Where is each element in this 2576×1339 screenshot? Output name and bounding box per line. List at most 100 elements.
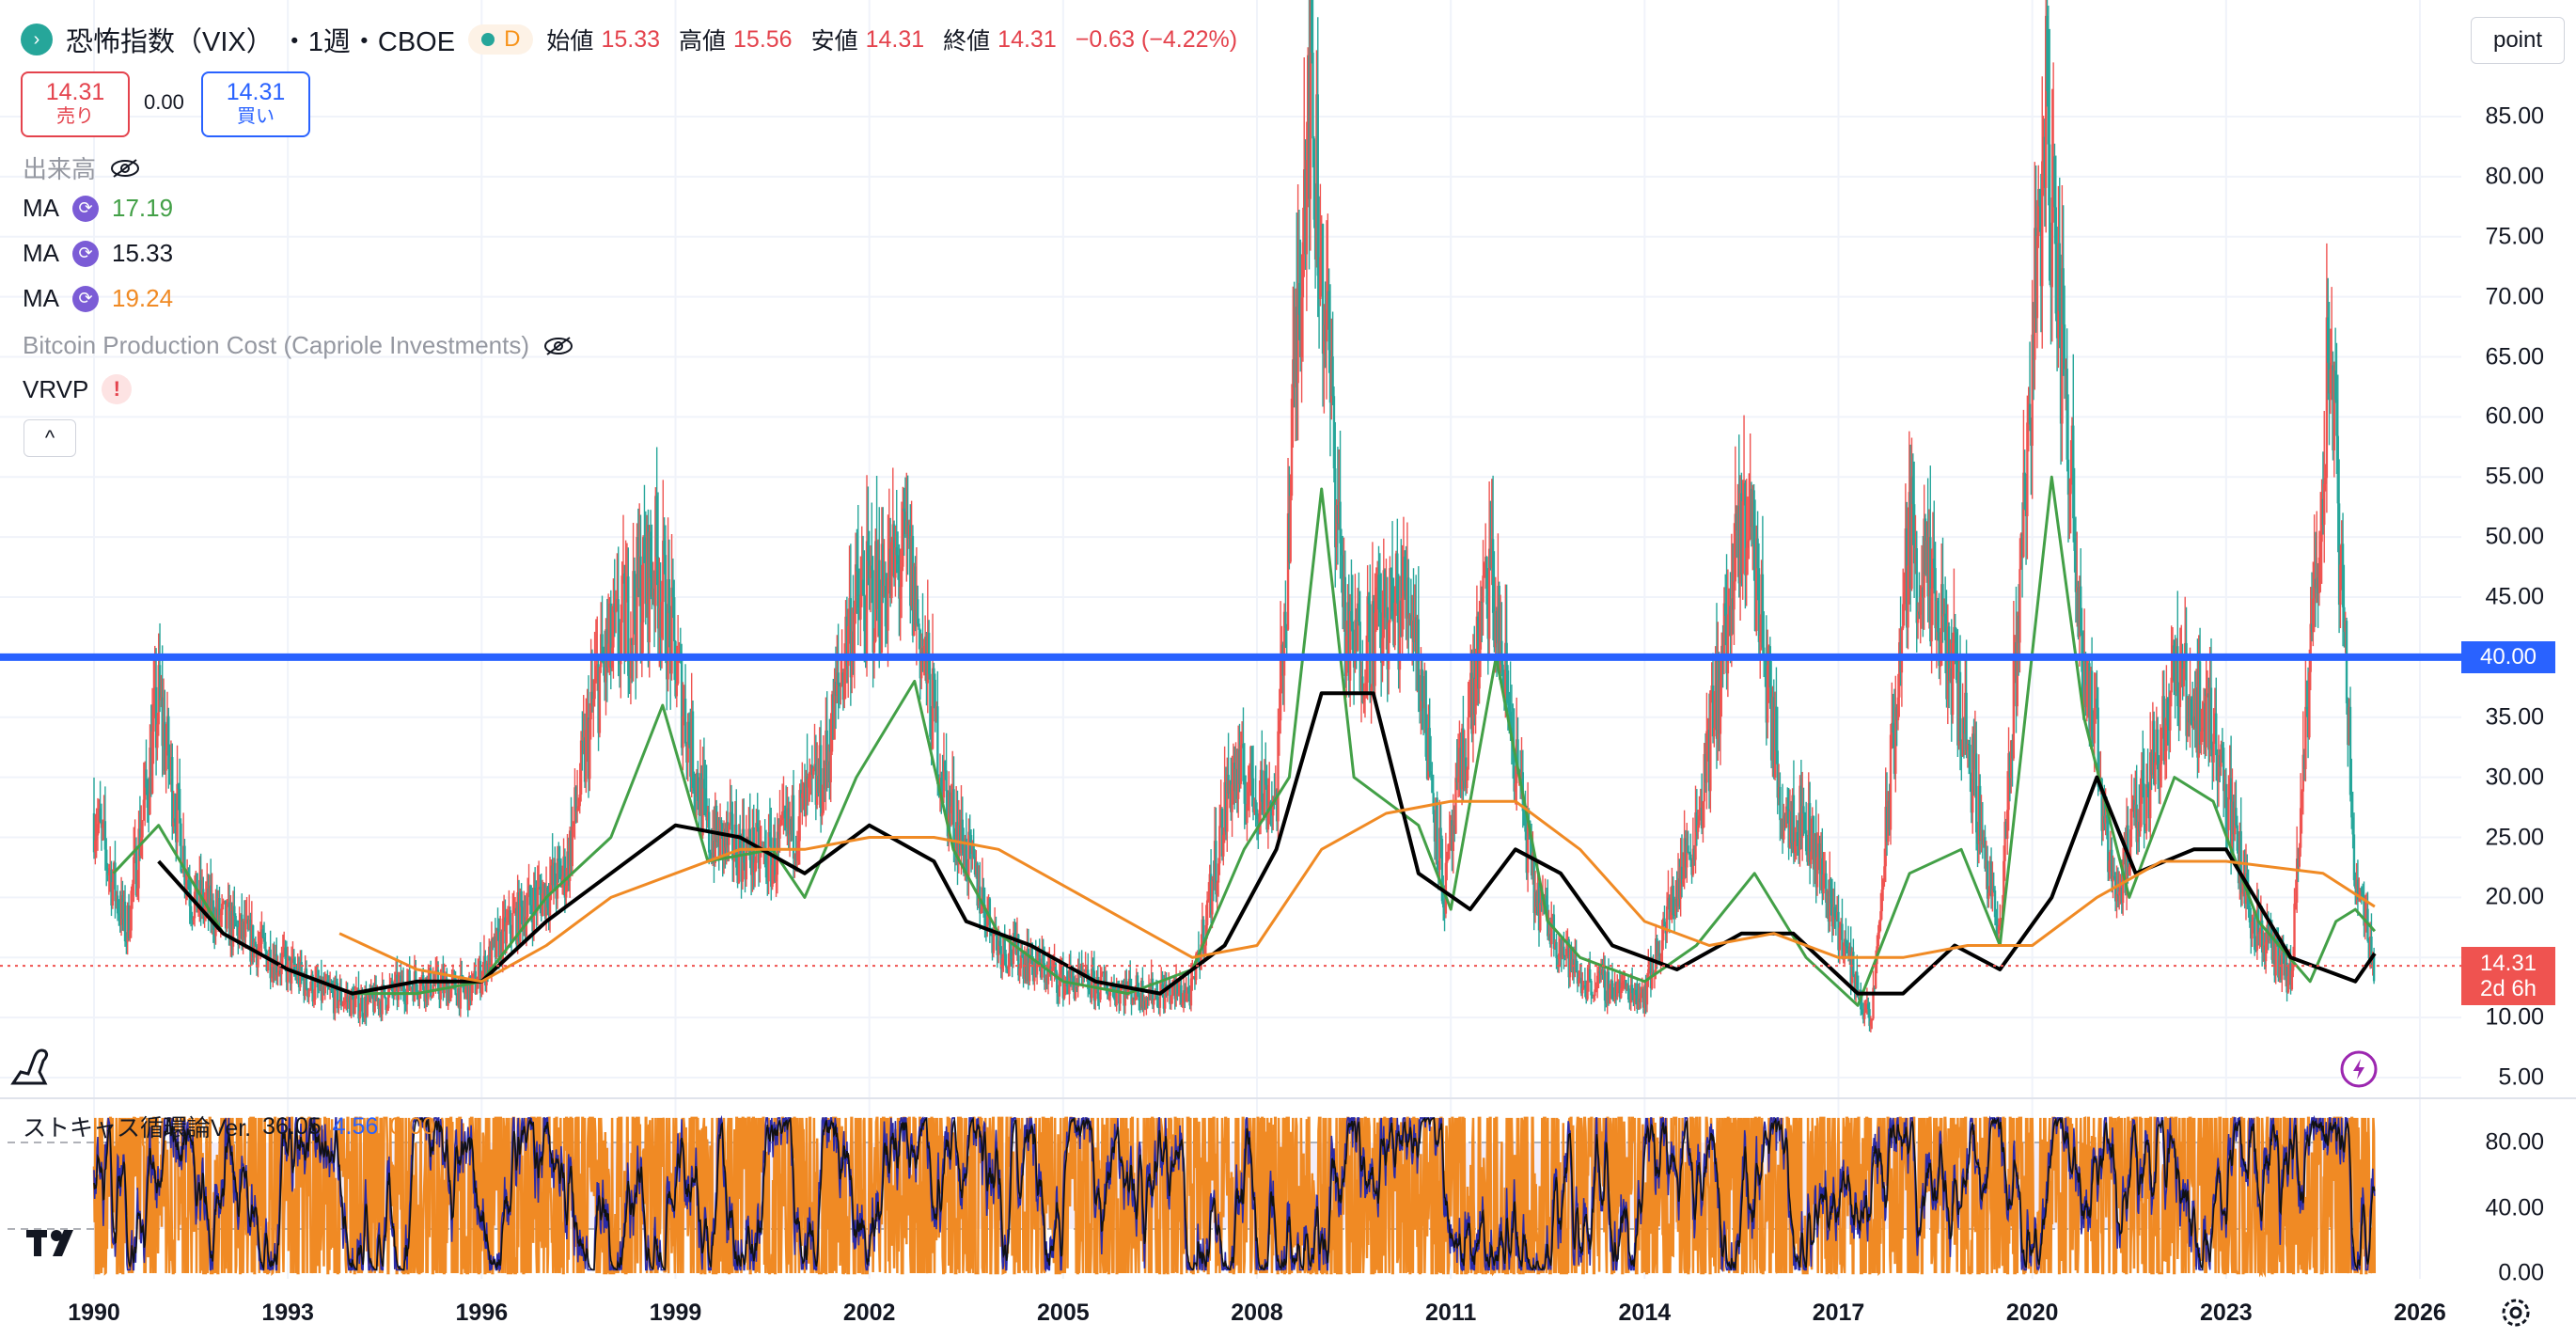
osc-tick: 40.00 [2485, 1194, 2544, 1221]
candle-body [305, 968, 308, 989]
ohlc-values: 始値 15.33 高値 15.56 安値 14.31 終値 14.31 −0.6… [546, 23, 1249, 56]
candle-body [1218, 826, 1221, 864]
indicator-ma-2[interactable]: MA ⟳ 15.33 [23, 239, 173, 268]
ma3-label: MA [23, 284, 59, 312]
candle-body [1709, 690, 1712, 792]
price-tick: 80.00 [2485, 163, 2544, 190]
candle-body [872, 641, 876, 653]
eye-off-icon[interactable] [542, 336, 574, 356]
chevron-up-icon: ^ [44, 426, 55, 449]
candle-body [1028, 962, 1031, 982]
buy-button[interactable]: 14.31 買い [201, 71, 310, 137]
refresh-icon: ⟳ [72, 240, 99, 267]
symbol-logo-icon[interactable]: › [21, 24, 53, 55]
eye-off-icon[interactable] [109, 158, 141, 179]
ma1-value: 17.19 [112, 194, 174, 222]
price-tick: 55.00 [2485, 463, 2544, 490]
close-value: 14.31 [997, 25, 1057, 53]
buy-label: 買い [237, 106, 275, 127]
ma-line-3 [338, 799, 2376, 984]
time-tick: 2008 [1231, 1300, 1283, 1326]
time-tick: 1990 [68, 1300, 120, 1326]
time-tick: 1999 [649, 1300, 702, 1326]
level-price-tag: 40.00 [2461, 640, 2555, 673]
candle-body [945, 770, 948, 792]
time-tick: 2026 [2394, 1300, 2446, 1326]
candle-body [266, 961, 270, 971]
buy-price: 14.31 [226, 79, 286, 105]
candle-body [683, 698, 687, 744]
status-dot-icon [481, 33, 495, 46]
candle-body [672, 596, 676, 641]
candle-body [1687, 845, 1689, 853]
chart-stage: › 恐怖指数（VIX） ・1週・CBOE D 始値 15.33 高値 15.56… [0, 0, 2576, 1339]
osc-tick: 80.00 [2485, 1128, 2544, 1156]
price-tick: 35.00 [2485, 703, 2544, 731]
indicator-btc[interactable]: Bitcoin Production Cost (Capriole Invest… [23, 331, 574, 360]
candle-body [593, 681, 596, 700]
refresh-icon: ⟳ [72, 285, 99, 312]
candle-body [1958, 671, 1962, 741]
symbol-name[interactable]: 恐怖指数（VIX） [66, 20, 274, 59]
indicator-volume[interactable]: 出来高 [23, 150, 141, 185]
candle-body [1369, 604, 1372, 691]
candle-body [2035, 236, 2039, 319]
indicator-ma-1[interactable]: MA ⟳ 17.19 [23, 194, 173, 223]
flash-icon[interactable] [2339, 1049, 2379, 1089]
oscillator-name: ストキャス循環論Ver. [23, 1115, 252, 1142]
price-tick: 75.00 [2485, 223, 2544, 250]
price-tick: 60.00 [2485, 402, 2544, 430]
settings-gear-icon[interactable] [2499, 1296, 2533, 1330]
warning-icon[interactable]: ! [102, 374, 133, 404]
tradingview-logo-icon[interactable] [26, 1226, 88, 1260]
candle-body [829, 751, 832, 782]
low-label: 安値 [810, 28, 858, 55]
time-tick: 2014 [1618, 1300, 1672, 1326]
indicator-vrvp[interactable]: VRVP ! [23, 374, 133, 404]
feed-badge[interactable]: D [468, 24, 534, 55]
indicator-ma-3[interactable]: MA ⟳ 19.24 [23, 284, 173, 313]
time-tick: 2017 [1812, 1300, 1865, 1326]
price-tick: 50.00 [2485, 523, 2544, 550]
candle-body [1863, 1013, 1866, 1019]
high-label: 高値 [679, 28, 727, 55]
collapse-indicators-button[interactable]: ^ [24, 419, 76, 457]
low-value: 14.31 [865, 25, 925, 53]
time-tick: 2020 [2005, 1300, 2059, 1326]
sell-button[interactable]: 14.31 売り [21, 71, 130, 137]
price-tick: 45.00 [2485, 583, 2544, 610]
oscillator-legend[interactable]: ストキャス循環論Ver. 36.05 4.56 0.00 [23, 1110, 435, 1143]
candle-body [2069, 484, 2072, 495]
candle-body [141, 820, 144, 838]
time-tick: 1996 [455, 1300, 509, 1326]
sell-label: 売り [56, 106, 94, 127]
btc-label: Bitcoin Production Cost (Capriole Invest… [23, 331, 530, 359]
candle-body [1004, 953, 1008, 968]
candle-body [2130, 809, 2133, 830]
candle-body [598, 667, 602, 733]
price-tick: 65.00 [2485, 343, 2544, 370]
candle-body [1407, 577, 1410, 619]
time-tick: 2011 [1425, 1300, 1477, 1326]
candle-body [2154, 762, 2157, 785]
candle-body [2209, 687, 2213, 748]
ma1-label: MA [23, 194, 59, 222]
candle-body [2143, 783, 2145, 826]
candle-body [1467, 717, 1469, 770]
open-value: 15.33 [601, 25, 660, 53]
last-price-text: 14.31 [2479, 951, 2537, 977]
moving-averages [112, 475, 2377, 1007]
candle-body [624, 600, 627, 661]
osc-tick: 0.00 [2498, 1259, 2544, 1286]
price-tick: 10.00 [2485, 1003, 2544, 1031]
oscillator-v2: 4.56 [332, 1112, 379, 1140]
price-tick: 85.00 [2485, 102, 2544, 130]
symbol-header: › 恐怖指数（VIX） ・1週・CBOE D 始値 15.33 高値 15.56… [21, 17, 1249, 62]
scale-mode-button[interactable]: point [2471, 17, 2565, 64]
candle-body [338, 1000, 340, 1009]
candle-body [1205, 900, 1209, 925]
change-value: −0.63 (−4.22%) [1075, 25, 1238, 53]
candle-body [720, 820, 723, 824]
spread-value: 0.00 [144, 90, 184, 114]
candle-body [1289, 496, 1292, 562]
